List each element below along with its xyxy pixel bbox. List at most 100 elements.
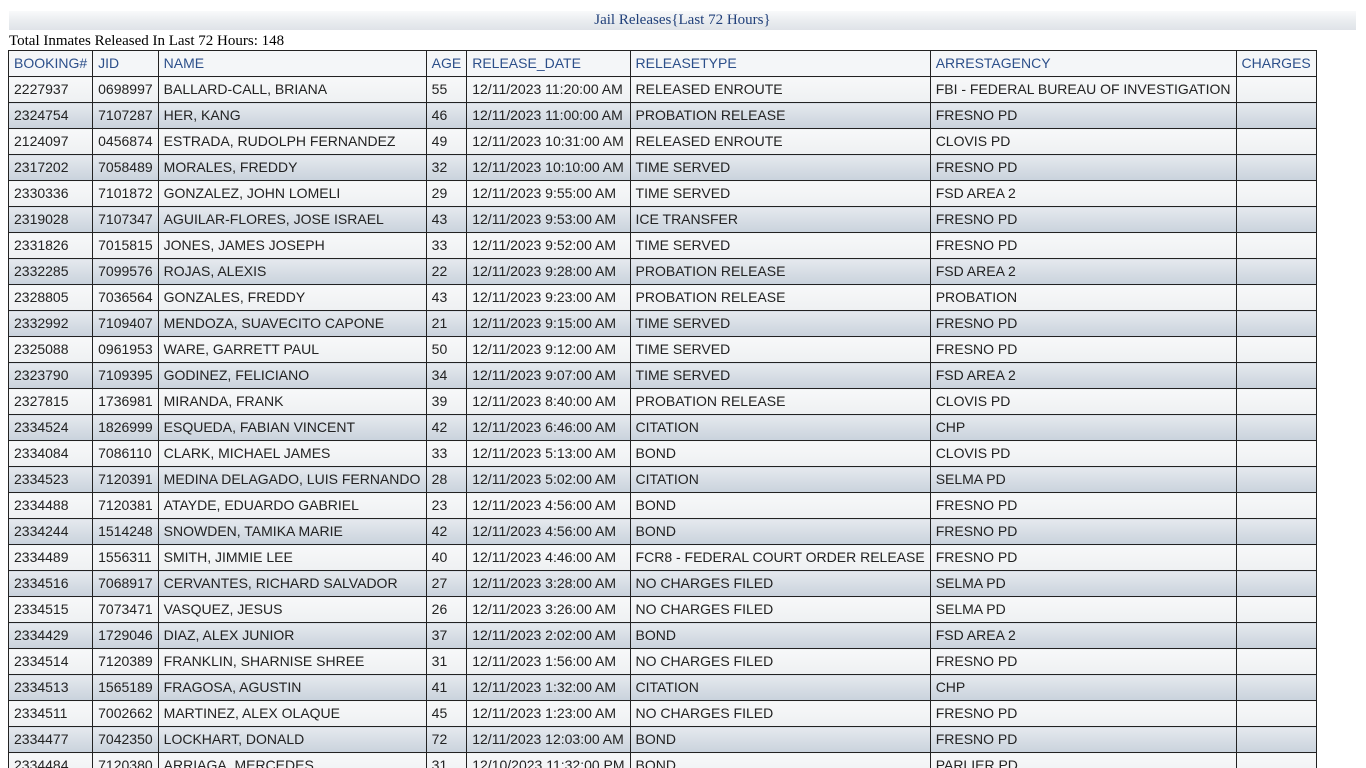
arrest-agency-cell: SELMA PD [929,596,1237,623]
age-cell: 42 [425,414,468,441]
table-row: 2334488 7120381 ATAYDE, EDUARDO GABRIEL 23 1… [7,492,1317,519]
booking-number-cell: 2334516 [7,570,94,597]
age-cell: 22 [425,258,468,285]
booking-number-cell: 2328805 [7,284,94,311]
jid-cell: 7073471 [92,596,159,623]
arrest-agency-cell: SELMA PD [929,466,1237,493]
releases-table: BOOKING# JID NAME AGE RELEASE_DATE RELEA… [7,50,1317,768]
booking-number-cell: 2332992 [7,310,94,337]
jid-cell: 7120381 [92,492,159,519]
charges-cell [1235,310,1317,337]
release-date-cell: 12/11/2023 9:55:00 AM [466,180,631,207]
charges-cell [1235,388,1317,415]
arrest-agency-cell: FRESNO PD [929,336,1237,363]
column-header-booking[interactable]: BOOKING# [7,50,94,77]
arrest-agency-cell: FRESNO PD [929,648,1237,675]
booking-number-cell: 2334488 [7,492,94,519]
age-cell: 39 [425,388,468,415]
arrest-agency-cell: FRESNO PD [929,232,1237,259]
release-date-cell: 12/11/2023 5:13:00 AM [466,440,631,467]
name-cell: GONZALEZ, JOHN LOMELI [157,180,427,207]
charges-cell [1235,232,1317,259]
age-cell: 29 [425,180,468,207]
arrest-agency-cell: PROBATION [929,284,1237,311]
name-cell: LOCKHART, DONALD [157,726,427,753]
charges-cell [1235,440,1317,467]
column-header-age[interactable]: AGE [425,50,468,77]
release-type-cell: BOND [629,518,931,545]
arrest-agency-cell: FRESNO PD [929,206,1237,233]
release-date-cell: 12/11/2023 8:40:00 AM [466,388,631,415]
jid-cell: 1565189 [92,674,159,701]
jid-cell: 0456874 [92,128,159,155]
arrest-agency-cell: FRESNO PD [929,102,1237,129]
booking-number-cell: 2325088 [7,336,94,363]
age-cell: 50 [425,336,468,363]
release-type-cell: PROBATION RELEASE [629,388,931,415]
arrest-agency-cell: CLOVIS PD [929,440,1237,467]
booking-number-cell: 2227937 [7,76,94,103]
booking-number-cell: 2334511 [7,700,94,727]
jid-cell: 1514248 [92,518,159,545]
table-row: 2328805 7036564 GONZALES, FREDDY 43 12/11/20… [7,284,1317,311]
column-header-name[interactable]: NAME [157,50,427,77]
release-date-cell: 12/11/2023 5:02:00 AM [466,466,631,493]
name-cell: MARTINEZ, ALEX OLAQUE [157,700,427,727]
release-type-cell: FCR8 - FEDERAL COURT ORDER RELEASE [629,544,931,571]
name-cell: GODINEZ, FELICIANO [157,362,427,389]
arrest-agency-cell: FRESNO PD [929,726,1237,753]
charges-cell [1235,700,1317,727]
release-type-cell: CITATION [629,414,931,441]
charges-cell [1235,336,1317,363]
charges-cell [1235,648,1317,675]
charges-cell [1235,752,1317,768]
name-cell: SMITH, JIMMIE LEE [157,544,427,571]
release-date-cell: 12/11/2023 4:56:00 AM [466,518,631,545]
table-row: 2334489 1556311 SMITH, JIMMIE LEE 40 12/11/2… [7,544,1317,571]
age-cell: 42 [425,518,468,545]
arrest-agency-cell: FRESNO PD [929,492,1237,519]
booking-number-cell: 2334429 [7,622,94,649]
booking-number-cell: 2334244 [7,518,94,545]
jid-cell: 7120391 [92,466,159,493]
jid-cell: 7086110 [92,440,159,467]
name-cell: MEDINA DELAGADO, LUIS FERNANDO [157,466,427,493]
jid-cell: 7107347 [92,206,159,233]
jid-cell: 7068917 [92,570,159,597]
table-row: 2332285 7099576 ROJAS, ALEXIS 22 12/11/2023 … [7,258,1317,285]
booking-number-cell: 2334489 [7,544,94,571]
arrest-agency-cell: CLOVIS PD [929,388,1237,415]
release-date-cell: 12/11/2023 4:56:00 AM [466,492,631,519]
column-header-charges[interactable]: CHARGES [1235,50,1317,77]
age-cell: 34 [425,362,468,389]
column-header-arrest-agency[interactable]: ARRESTAGENCY [929,50,1237,77]
arrest-agency-cell: CLOVIS PD [929,128,1237,155]
release-date-cell: 12/11/2023 1:23:00 AM [466,700,631,727]
release-type-cell: TIME SERVED [629,232,931,259]
arrest-agency-cell: FSD AREA 2 [929,258,1237,285]
release-date-cell: 12/11/2023 9:23:00 AM [466,284,631,311]
release-date-cell: 12/11/2023 12:03:00 AM [466,726,631,753]
booking-number-cell: 2331826 [7,232,94,259]
column-header-release-type[interactable]: RELEASETYPE [629,50,931,77]
age-cell: 31 [425,648,468,675]
arrest-agency-cell: PARLIER PD [929,752,1237,768]
jid-cell: 0698997 [92,76,159,103]
table-row: 2334516 7068917 CERVANTES, RICHARD SALVADO… [7,570,1317,597]
release-date-cell: 12/11/2023 3:28:00 AM [466,570,631,597]
charges-cell [1235,596,1317,623]
name-cell: SNOWDEN, TAMIKA MARIE [157,518,427,545]
charges-cell [1235,674,1317,701]
jid-cell: 7109395 [92,362,159,389]
name-cell: CERVANTES, RICHARD SALVADOR [157,570,427,597]
jid-cell: 0961953 [92,336,159,363]
release-date-cell: 12/11/2023 6:46:00 AM [466,414,631,441]
arrest-agency-cell: SELMA PD [929,570,1237,597]
jid-cell: 1826999 [92,414,159,441]
release-date-cell: 12/11/2023 10:31:00 AM [466,128,631,155]
column-header-jid[interactable]: JID [92,50,159,77]
column-header-release-date[interactable]: RELEASE_DATE [466,50,631,77]
booking-number-cell: 2319028 [7,206,94,233]
release-date-cell: 12/11/2023 2:02:00 AM [466,622,631,649]
booking-number-cell: 2323790 [7,362,94,389]
